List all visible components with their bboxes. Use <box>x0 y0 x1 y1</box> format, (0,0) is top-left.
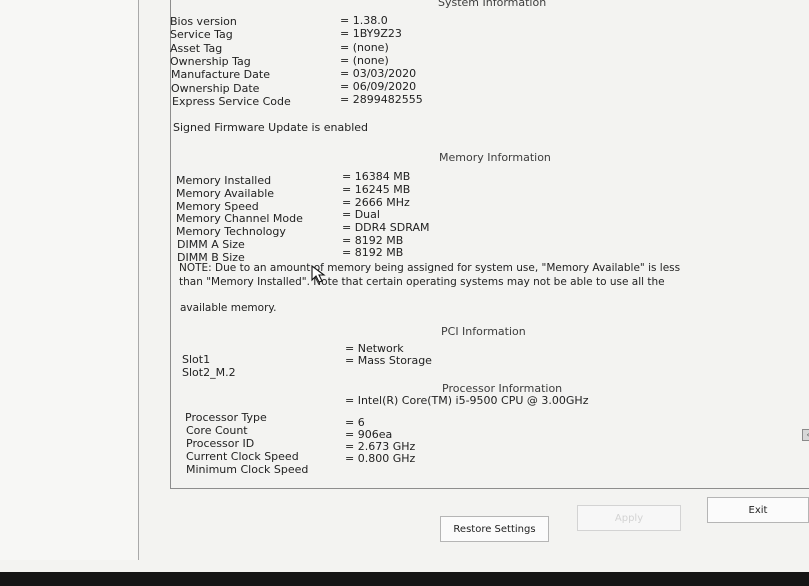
minimum-clock-speed-value: = 0.800 GHz <box>345 452 416 465</box>
processor-type-value: = Intel(R) Core(TM) i5-9500 CPU @ 3.00GH… <box>345 394 589 407</box>
manufacture-date-value: = 03/03/2020 <box>340 67 417 80</box>
memory-channel-mode-label: Memory Channel Mode <box>176 212 303 225</box>
ownership-date-label: Ownership Date <box>171 82 260 95</box>
firmware-status-text: Signed Firmware Update is enabled <box>173 121 369 134</box>
slot2-m2-value: = Mass Storage <box>345 354 432 367</box>
scroll-edge-marker: ‹ <box>802 429 809 441</box>
system-information-heading: System Information <box>438 0 547 9</box>
service-tag-value: = 1BY9Z23 <box>340 27 402 40</box>
mouse-pointer-icon <box>311 265 326 283</box>
core-count-label: Core Count <box>186 424 248 437</box>
slot1-label: Slot1 <box>182 353 211 366</box>
memory-available-label: Memory Available <box>176 187 275 200</box>
memory-channel-mode-value: = Dual <box>342 208 380 221</box>
dimm-a-size-label: DIMM A Size <box>177 238 245 251</box>
ownership-tag-label: Ownership Tag <box>170 55 251 68</box>
exit-button[interactable]: Exit <box>707 497 809 523</box>
bios-version-label: Bios version <box>170 15 237 28</box>
minimum-clock-speed-label: Minimum Clock Speed <box>186 463 309 476</box>
dimm-b-size-value: = 8192 MB <box>342 246 404 259</box>
ownership-tag-value: = (none) <box>340 54 389 67</box>
memory-information-heading: Memory Information <box>439 151 551 164</box>
restore-settings-button[interactable]: Restore Settings <box>440 516 549 542</box>
pci-information-heading: PCI Information <box>441 325 526 338</box>
settings-sidebar[interactable] <box>0 0 139 560</box>
manufacture-date-label: Manufacture Date <box>171 68 270 81</box>
bios-screen: System Information Bios version = 1.38.0… <box>0 0 809 572</box>
express-service-code-label: Express Service Code <box>172 95 291 108</box>
asset-tag-label: Asset Tag <box>170 42 223 55</box>
express-service-code-value: = 2899482555 <box>340 93 423 106</box>
processor-id-label: Processor ID <box>186 437 255 450</box>
memory-technology-value: = DDR4 SDRAM <box>342 221 430 234</box>
asset-tag-value: = (none) <box>340 41 389 54</box>
memory-available-value: = 16245 MB <box>342 183 411 196</box>
memory-installed-label: Memory Installed <box>176 174 272 187</box>
apply-button[interactable]: Apply <box>577 505 681 531</box>
slot2-m2-label: Slot2_M.2 <box>182 366 236 379</box>
current-clock-speed-label: Current Clock Speed <box>186 450 299 463</box>
memory-technology-label: Memory Technology <box>176 225 286 238</box>
ownership-date-value: = 06/09/2020 <box>340 80 417 93</box>
memory-installed-value: = 16384 MB <box>342 170 411 183</box>
processor-type-label: Processor Type <box>185 411 267 424</box>
memory-note-line-1: NOTE: Due to an amount of memory being a… <box>179 262 681 274</box>
bios-version-value: = 1.38.0 <box>340 14 388 27</box>
memory-note-line-3: available memory. <box>180 302 277 314</box>
memory-note-line-2: than "Memory Installed". Note that certa… <box>179 276 665 288</box>
service-tag-label: Service Tag <box>170 28 233 41</box>
